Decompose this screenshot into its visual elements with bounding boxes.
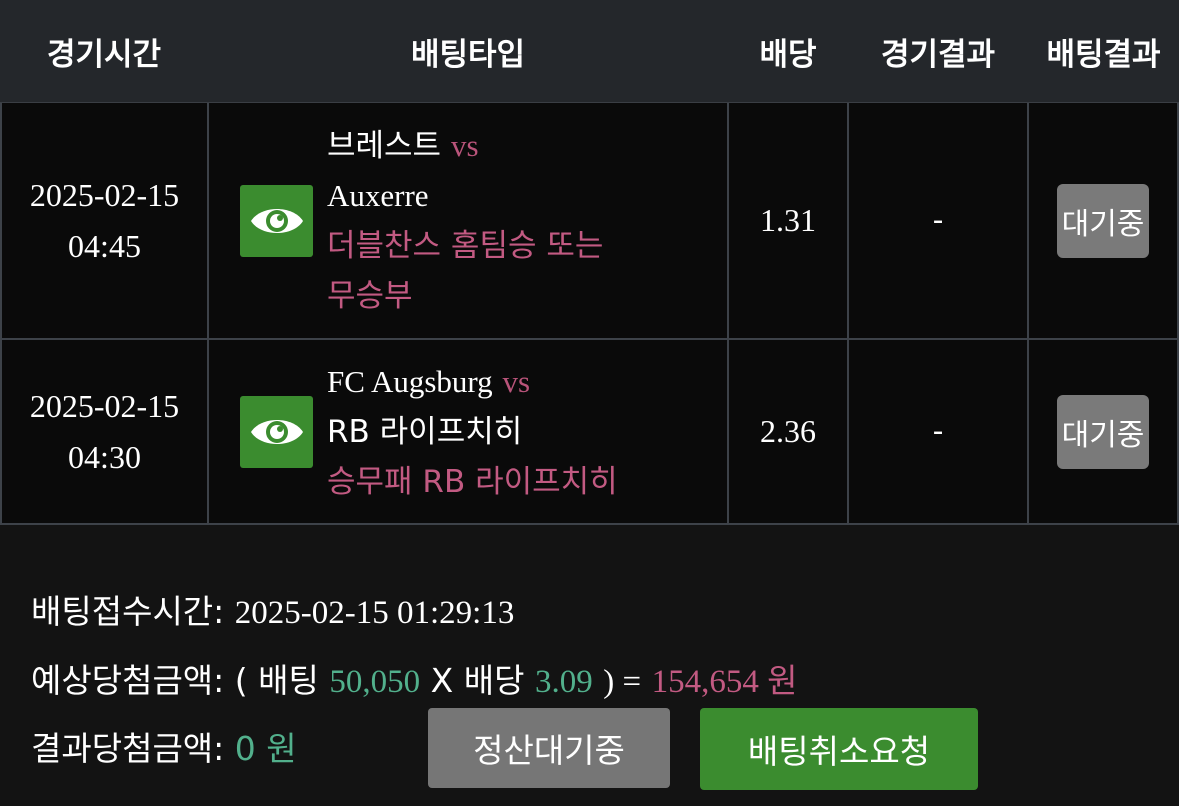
pending-status-button[interactable]: 대기중 (1057, 394, 1149, 469)
table-row: 2025-02-15 04:30 FC Augsburg vs RB 라이프치히… (0, 340, 1179, 525)
settlement-pending-button[interactable]: 정산대기중 (428, 708, 670, 788)
total-odds: 3.09 (534, 664, 593, 700)
home-team: FC Augsburg (327, 363, 493, 399)
table-header: 경기시간 배팅타입 배당 경기결과 배팅결과 (0, 0, 1179, 103)
bet-result-cell: 대기중 (1029, 340, 1179, 525)
eye-icon (250, 419, 303, 444)
view-detail-button[interactable] (240, 395, 313, 468)
game-time: 04:45 (68, 227, 141, 264)
eye-icon (250, 208, 303, 233)
bet-result-cell: 대기중 (1029, 103, 1179, 340)
game-result-cell: - (849, 103, 1029, 340)
game-result-cell: - (849, 340, 1029, 525)
odds-cell: 1.31 (729, 103, 849, 340)
expected-open: ( 배팅 (234, 661, 319, 700)
odds-cell: 2.36 (729, 340, 849, 525)
bet-amount: 50,050 (329, 664, 421, 700)
header-game-result: 경기결과 (880, 37, 996, 73)
bet-description: FC Augsburg vs RB 라이프치히 승무패 RB 라이프치히 (327, 357, 618, 507)
vs-label: vs (450, 127, 479, 163)
expected-label: 예상당첨금액: (31, 661, 225, 700)
header-odds: 배당 (759, 37, 817, 73)
cancel-bet-request-button[interactable]: 배팅취소요청 (700, 708, 978, 790)
game-time: 04:30 (68, 438, 141, 475)
bet-pick: 더블찬스 홈팀승 또는 (327, 227, 604, 264)
expected-x: X 배당 (430, 661, 525, 700)
away-team: RB 라이프치히 (327, 413, 523, 450)
table-row: 2025-02-15 04:45 브레스트 vs Auxerre 더블찬스 홈팀… (0, 103, 1179, 340)
pending-status-button[interactable]: 대기중 (1057, 183, 1149, 258)
away-team: Auxerre (327, 177, 429, 213)
expected-payout: 예상당첨금액: ( 배팅 50,050 X 배당 3.09 ) = 154,65… (31, 654, 797, 702)
header-bet-type: 배팅타입 (410, 37, 526, 73)
bet-table: 2025-02-15 04:45 브레스트 vs Auxerre 더블찬스 홈팀… (0, 103, 1179, 525)
vs-label: vs (502, 363, 531, 399)
view-detail-button[interactable] (240, 184, 313, 257)
bet-type-cell: FC Augsburg vs RB 라이프치히 승무패 RB 라이프치히 (209, 340, 729, 525)
game-time-cell: 2025-02-15 04:30 (0, 340, 209, 525)
received-value: 2025-02-15 01:29:13 (234, 595, 515, 631)
expected-close: ) = (603, 664, 642, 700)
header-game-time: 경기시간 (46, 37, 162, 73)
bet-description: 브레스트 vs Auxerre 더블찬스 홈팀승 또는 무승부 (327, 121, 603, 321)
received-label: 배팅접수시간: (31, 592, 225, 631)
game-date: 2025-02-15 (29, 387, 180, 424)
home-team: 브레스트 (327, 127, 442, 164)
bet-pick: 승무패 RB 라이프치히 (327, 463, 618, 500)
result-payout: 결과당첨금액: 0 원 (31, 722, 297, 770)
bet-received-time: 배팅접수시간: 2025-02-15 01:29:13 (31, 585, 514, 633)
game-time-cell: 2025-02-15 04:45 (0, 103, 209, 340)
result-value: 0 원 (234, 729, 297, 768)
result-label: 결과당첨금액: (31, 729, 225, 768)
bet-type-cell: 브레스트 vs Auxerre 더블찬스 홈팀승 또는 무승부 (209, 103, 729, 340)
game-date: 2025-02-15 (29, 176, 180, 213)
payout-amount: 154,654 원 (651, 664, 798, 700)
header-bet-result: 배팅결과 (1046, 37, 1161, 73)
bet-pick-cont: 무승부 (327, 277, 413, 314)
